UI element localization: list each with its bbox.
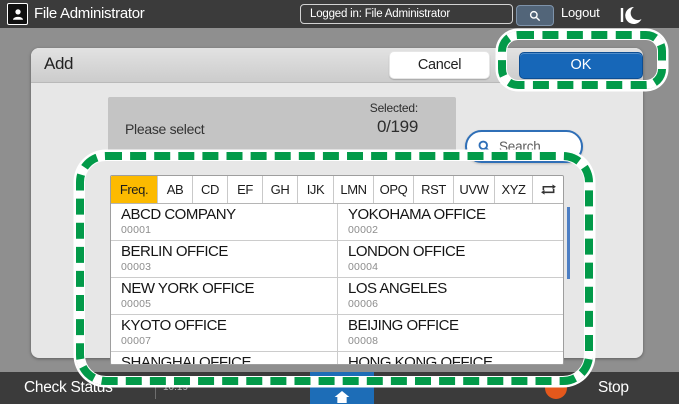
logged-in-status: Logged in: File Administrator	[300, 4, 513, 24]
address-entry[interactable]: BEIJING OFFICE 00008	[337, 315, 563, 351]
bottom-bar: Check Status 10:19 Stop	[0, 372, 679, 404]
logout-button[interactable]: Logout	[561, 0, 600, 28]
select-prompt: Please select	[125, 121, 204, 137]
search-label: Search	[499, 139, 541, 154]
table-row: SHANGHAI OFFICE HONG KONG OFFICE	[111, 352, 563, 365]
tab-rst[interactable]: RST	[413, 176, 453, 203]
switch-order-icon	[539, 180, 558, 199]
switch-order-button[interactable]	[532, 176, 563, 203]
address-entry[interactable]: KYOTO OFFICE 00007	[111, 315, 337, 351]
clock: 10:19	[163, 372, 188, 404]
search-icon	[477, 139, 492, 154]
stop-label: Stop	[598, 372, 629, 404]
home-button[interactable]	[310, 372, 374, 404]
tab-ef[interactable]: EF	[227, 176, 262, 203]
dialog-title: Add	[44, 54, 73, 74]
search-button[interactable]	[516, 5, 554, 26]
stop-icon[interactable]	[545, 377, 567, 399]
search-icon	[528, 9, 542, 23]
table-row: KYOTO OFFICE 00007 BEIJING OFFICE 00008	[111, 315, 563, 352]
ok-button[interactable]: OK	[519, 52, 643, 79]
selected-counter: Selected: 0/199	[370, 101, 418, 137]
table-row: BERLIN OFFICE 00003 LONDON OFFICE 00004	[111, 241, 563, 278]
tab-uvw[interactable]: UVW	[453, 176, 494, 203]
person-icon	[11, 7, 25, 22]
address-entry[interactable]: YOKOHAMA OFFICE 00002	[337, 204, 563, 240]
selected-label: Selected:	[370, 101, 418, 115]
address-entry[interactable]: HONG KONG OFFICE	[337, 352, 563, 365]
address-rows: ABCD COMPANY 00001 YOKOHAMA OFFICE 00002…	[111, 204, 563, 365]
divider	[155, 377, 156, 399]
tab-cd[interactable]: CD	[192, 176, 227, 203]
tab-ab[interactable]: AB	[157, 176, 192, 203]
address-search-button[interactable]: Search	[465, 130, 583, 163]
index-tab-bar: Freq. AB CD EF GH IJK LMN OPQ RST UVW XY…	[111, 176, 563, 204]
energy-saver-button[interactable]	[617, 4, 647, 25]
tab-lmn[interactable]: LMN	[333, 176, 373, 203]
tab-opq[interactable]: OPQ	[373, 176, 413, 203]
top-bar: File Administrator Logged in: File Admin…	[0, 0, 679, 28]
selected-count: 0/199	[370, 117, 418, 137]
table-row: NEW YORK OFFICE 00005 LOS ANGELES 00006	[111, 278, 563, 315]
selection-band: Please select Selected: 0/199	[108, 97, 456, 152]
device-screen: File Administrator Logged in: File Admin…	[0, 0, 679, 404]
tab-gh[interactable]: GH	[262, 176, 297, 203]
list-scrollbar[interactable]	[567, 207, 570, 279]
energy-saver-icon	[617, 5, 643, 25]
tab-xyz[interactable]: XYZ	[494, 176, 532, 203]
dialog-header: Add Cancel OK	[31, 48, 643, 83]
table-row: ABCD COMPANY 00001 YOKOHAMA OFFICE 00002	[111, 204, 563, 241]
tab-ijk[interactable]: IJK	[297, 176, 333, 203]
check-status-button[interactable]: Check Status	[24, 372, 113, 404]
address-list-panel: Freq. AB CD EF GH IJK LMN OPQ RST UVW XY…	[110, 175, 564, 365]
home-icon	[334, 390, 350, 404]
tab-freq[interactable]: Freq.	[111, 176, 157, 203]
logged-in-user-title: File Administrator	[34, 0, 144, 28]
address-entry[interactable]: LOS ANGELES 00006	[337, 278, 563, 314]
cancel-button[interactable]: Cancel	[389, 51, 490, 79]
address-entry[interactable]: BERLIN OFFICE 00003	[111, 241, 337, 277]
address-entry[interactable]: LONDON OFFICE 00004	[337, 241, 563, 277]
address-entry[interactable]: SHANGHAI OFFICE	[111, 352, 337, 365]
address-entry[interactable]: NEW YORK OFFICE 00005	[111, 278, 337, 314]
user-icon	[7, 3, 28, 25]
address-entry[interactable]: ABCD COMPANY 00001	[111, 204, 337, 240]
